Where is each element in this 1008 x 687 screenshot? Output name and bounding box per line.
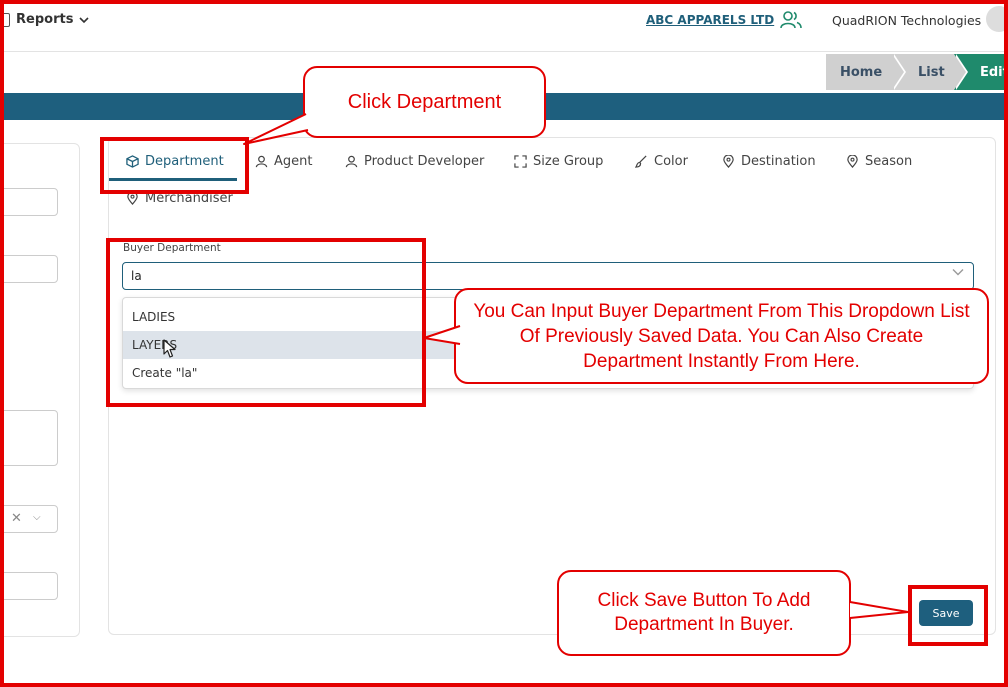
pin-icon: [723, 155, 734, 168]
buyer-form-select[interactable]: ✕ ⌵: [0, 505, 58, 533]
pin-icon: [127, 192, 138, 205]
clear-icon[interactable]: ✕: [11, 511, 22, 526]
organization-name: QuadRION Technologies: [832, 13, 982, 28]
tab-agent[interactable]: Agent: [255, 154, 312, 169]
buyer-form-field[interactable]: [0, 188, 58, 216]
tab-color-label: Color: [654, 154, 688, 169]
breadcrumb-home[interactable]: Home: [826, 54, 906, 90]
chevron-down-icon[interactable]: ⌵: [33, 512, 41, 523]
tab-season-label: Season: [865, 154, 913, 169]
pin-icon: [847, 155, 858, 168]
user-icon: [255, 155, 268, 168]
company-link[interactable]: ABC APPARELS LTD: [646, 13, 774, 27]
tab-color[interactable]: Color: [635, 154, 688, 169]
breadcrumb-edit-label: Edit: [980, 64, 1008, 80]
mouse-cursor-icon: [163, 339, 176, 358]
tab-department[interactable]: Department: [126, 154, 224, 169]
tab-agent-label: Agent: [274, 154, 313, 169]
callout-pointer: [849, 601, 909, 619]
callout-save-note: Click Save Button To Add Department In B…: [557, 570, 851, 656]
breadcrumb: Home List Edit: [826, 54, 1008, 90]
breadcrumb-list-label: List: [918, 64, 945, 80]
callout-dropdown-note: You Can Input Buyer Department From This…: [454, 288, 989, 384]
chevron-down-icon: [79, 16, 90, 23]
active-tab-indicator: [109, 178, 237, 181]
document-icon: [0, 12, 10, 27]
buyer-form-textarea[interactable]: [0, 410, 58, 466]
callout-pointer: [243, 113, 309, 145]
tab-product-developer[interactable]: Product Developer: [345, 154, 484, 169]
tab-destination-label: Destination: [741, 154, 816, 169]
reports-menu[interactable]: Reports: [0, 12, 90, 27]
expand-icon: [514, 155, 527, 168]
cube-icon: [126, 155, 139, 168]
buyer-department-label: Buyer Department: [123, 242, 221, 254]
buyer-department-input[interactable]: [122, 262, 974, 290]
buyer-form-field[interactable]: [0, 572, 58, 600]
callout-click-department: Click Department: [303, 66, 546, 138]
brush-icon: [635, 155, 647, 168]
avatar[interactable]: [986, 6, 1008, 32]
tab-merchandiser-label: Merchandiser: [145, 191, 233, 206]
callout-pointer: [423, 325, 461, 345]
tab-department-label: Department: [145, 154, 224, 169]
buyer-form-field[interactable]: [0, 255, 58, 283]
tab-size-group[interactable]: Size Group: [514, 154, 603, 169]
tab-destination[interactable]: Destination: [722, 154, 816, 169]
tab-product-developer-label: Product Developer: [364, 154, 485, 169]
top-navbar: Reports ABC APPARELS LTD QuadRION Techno…: [0, 0, 1008, 52]
reports-label: Reports: [16, 12, 74, 27]
breadcrumb-home-label: Home: [840, 64, 883, 80]
users-icon[interactable]: [780, 10, 802, 30]
save-button[interactable]: Save: [919, 600, 973, 626]
tab-size-group-label: Size Group: [533, 154, 604, 169]
user-icon: [345, 155, 358, 168]
chevron-down-icon[interactable]: [952, 268, 964, 276]
buyer-form-card: [0, 143, 80, 637]
tab-merchandiser[interactable]: Merchandiser: [126, 191, 233, 206]
tab-season[interactable]: Season: [846, 154, 912, 169]
